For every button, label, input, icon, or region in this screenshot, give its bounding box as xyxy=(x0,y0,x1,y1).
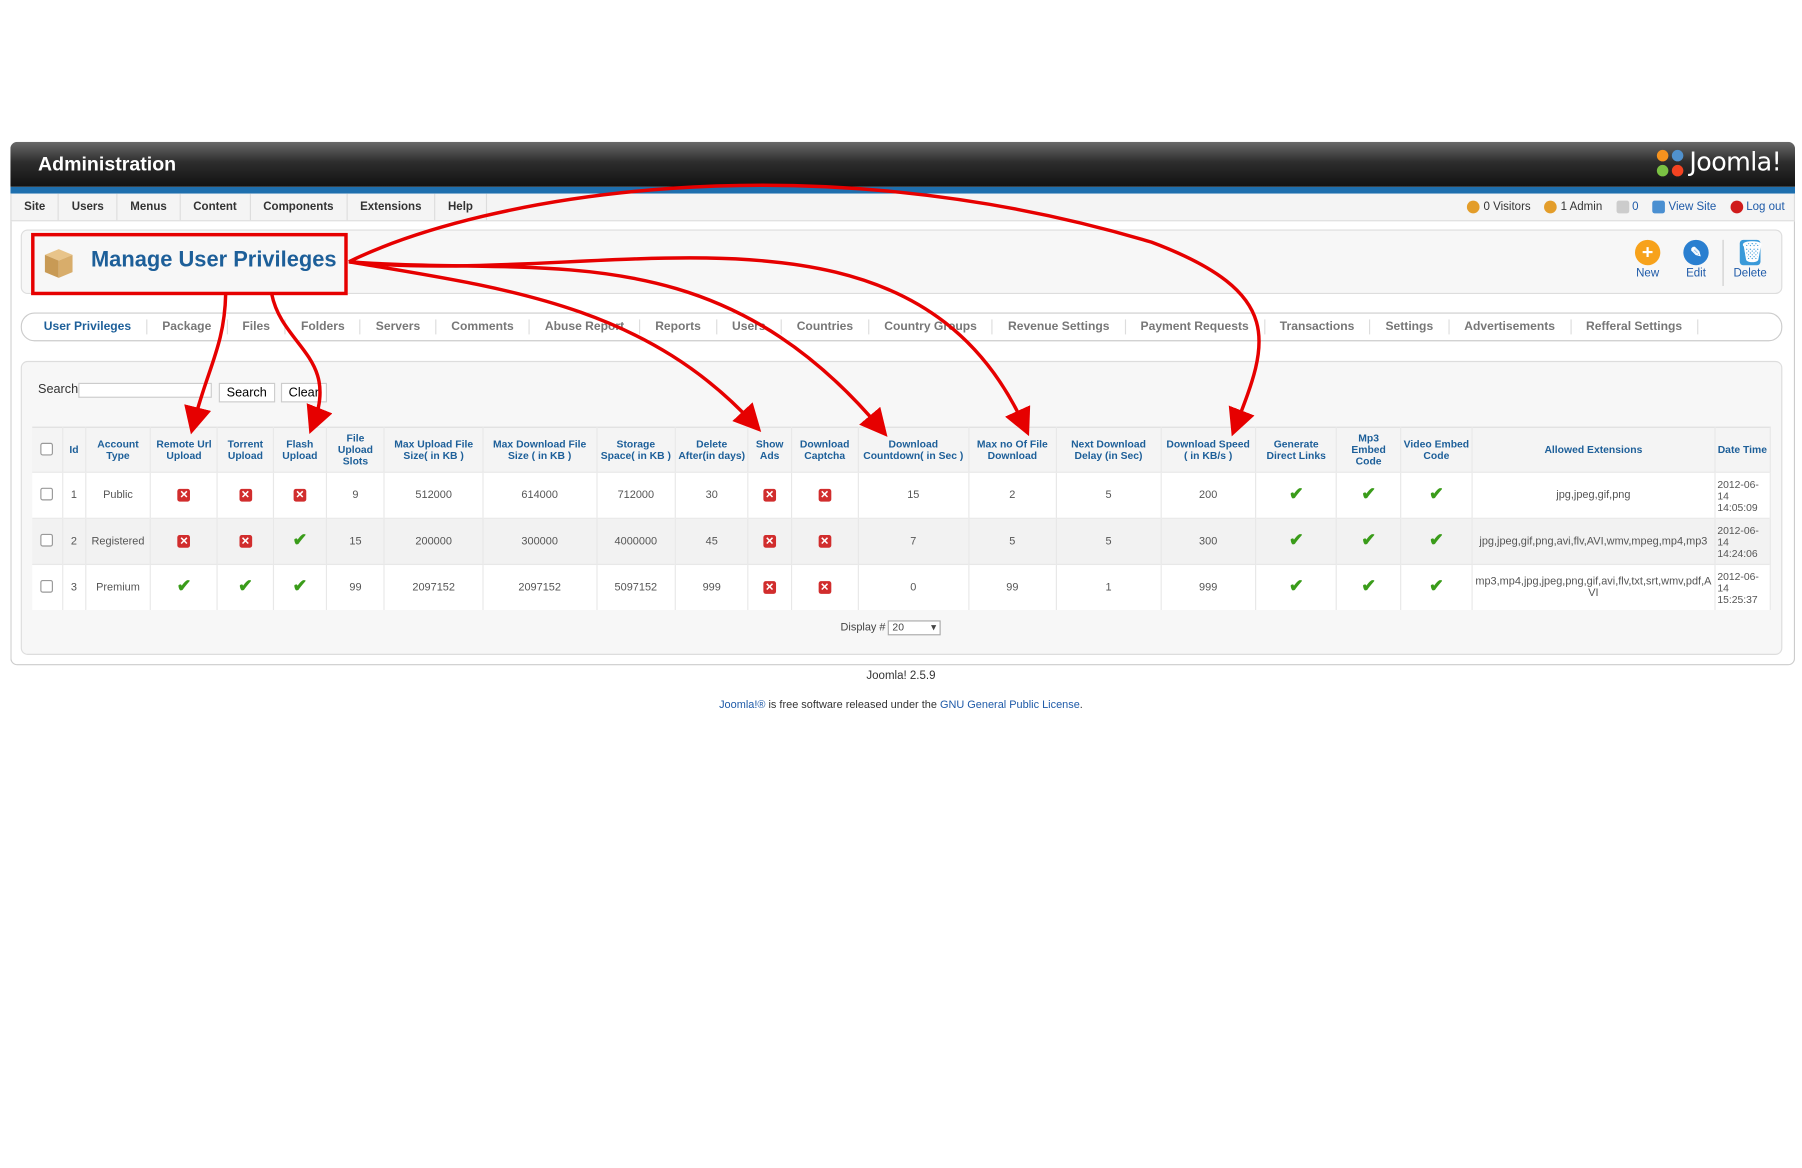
arrow-remote-upload xyxy=(184,294,228,435)
arrow-flash-upload xyxy=(270,293,333,434)
arrow-download-countdown xyxy=(348,260,888,437)
arrow-max-file-download xyxy=(348,256,1031,437)
arrow-show-ads xyxy=(348,260,762,432)
arrow-download-speed xyxy=(348,183,1261,437)
annotation-arrows xyxy=(184,183,1261,437)
